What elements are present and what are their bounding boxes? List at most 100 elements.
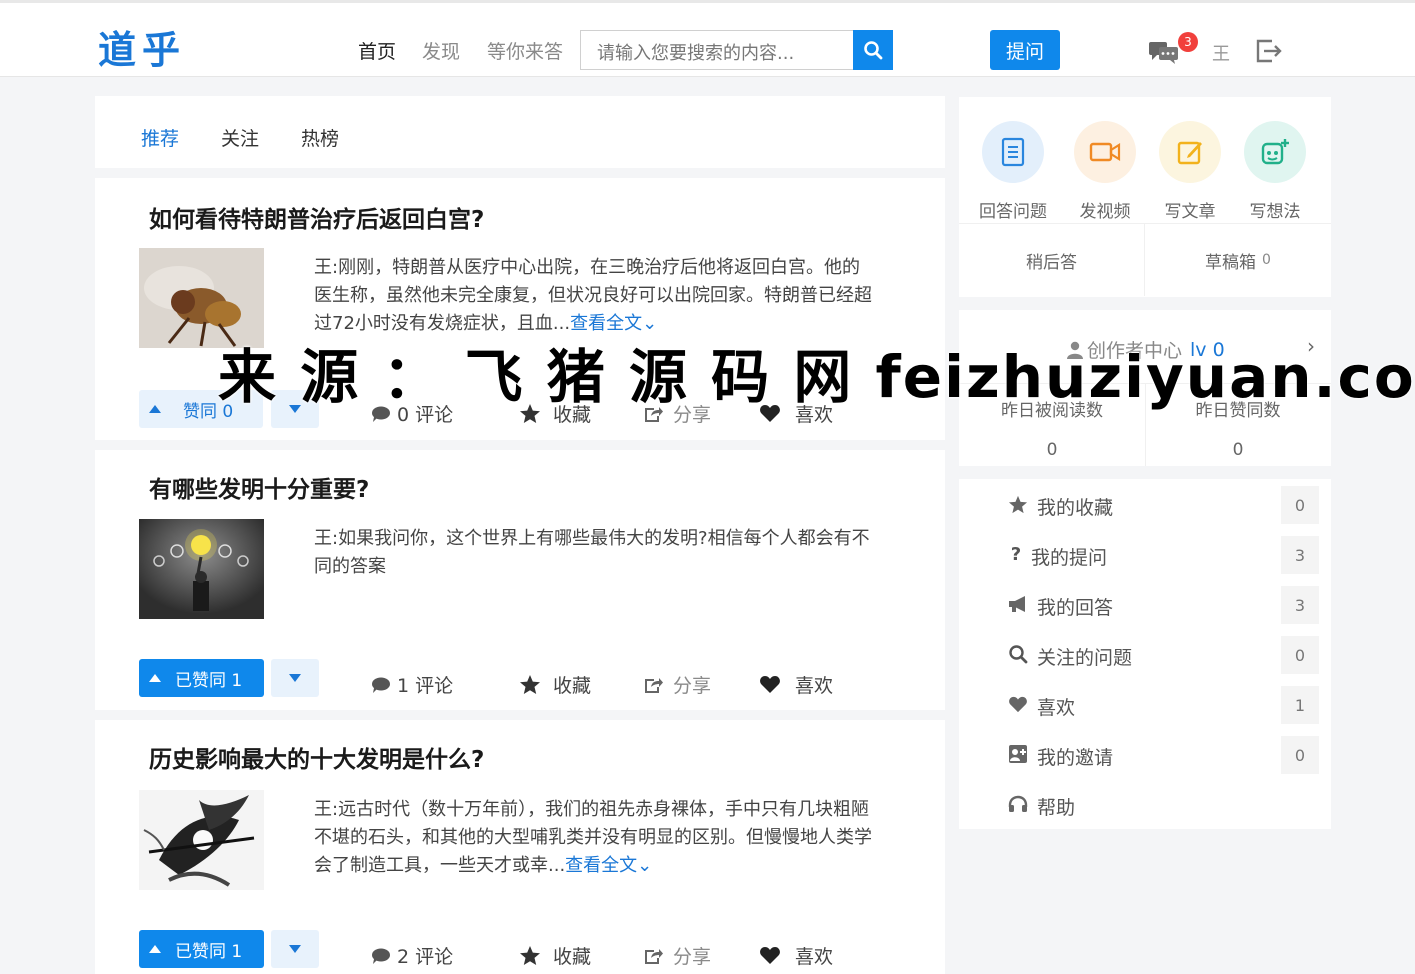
search-icon [1007, 643, 1029, 665]
watermark-overlay: 来 源 ： 飞 猪 源 码 网 feizhuziyuan.com [218, 343, 1415, 411]
tab-recommend[interactable]: 推荐 [141, 124, 179, 151]
menu-label: 我的邀请 [1037, 747, 1114, 769]
drafts-count: 0 [1262, 252, 1271, 268]
menu-count: 3 [1281, 536, 1319, 574]
heart-icon [760, 947, 780, 964]
menu-label: 帮助 [1037, 797, 1076, 819]
menu-my-answers[interactable]: 我的回答 3 [959, 585, 1331, 625]
downvote-button[interactable] [271, 930, 319, 968]
tab-hot[interactable]: 热榜 [301, 124, 339, 151]
menu-my-favorites[interactable]: 我的收藏 0 [959, 485, 1331, 525]
create-card: 回答问题 发视频 写文章 写想法 稍后答 草稿箱 0 [959, 97, 1331, 297]
question-icon: ? [1010, 543, 1022, 565]
triangle-down-icon [289, 945, 301, 953]
triangle-up-icon [149, 945, 161, 953]
create-article[interactable]: 写文章 [1150, 121, 1230, 222]
answer-later-button[interactable]: 稍后答 [959, 223, 1145, 296]
nav-waiting-answers[interactable]: 等你来答 [487, 37, 563, 64]
menu-count: 0 [1281, 636, 1319, 674]
create-answer-label: 回答问题 [979, 202, 1047, 222]
question-excerpt: 王:远古时代（数十万年前），我们的祖先赤身裸体，手中只有几块粗陋不堪的石头，和其… [314, 796, 874, 880]
read-more-link[interactable]: 查看全文 [565, 855, 637, 876]
create-article-label: 写文章 [1164, 202, 1216, 222]
question-card: 有哪些发明十分重要? 王:如果我问你，这个世界上有哪些最伟大的发明?相信每个人都… [95, 450, 945, 710]
ask-question-button[interactable]: 提问 [990, 30, 1060, 70]
menu-label: 我的回答 [1037, 597, 1114, 619]
menu-count: 0 [1281, 736, 1319, 774]
answer-later-label: 稍后答 [1026, 252, 1077, 273]
comment-count: 2 评论 [397, 946, 454, 968]
comment-icon [372, 677, 390, 693]
user-avatar-name[interactable]: 王 [1212, 40, 1230, 66]
menu-count: 0 [1281, 486, 1319, 524]
question-excerpt: 王:刚刚，特朗普从医疗中心出院，在三晚治疗后他将返回白宫。他的医生称，虽然他未完… [314, 254, 874, 338]
heart-icon [760, 676, 780, 693]
menu-label: 关注的问题 [1037, 647, 1133, 669]
menu-count: 1 [1281, 686, 1319, 724]
collect-button[interactable]: 收藏 [519, 942, 591, 969]
chevron-down-icon: ⌄ [637, 855, 653, 876]
search-button[interactable] [853, 30, 893, 70]
question-title[interactable]: 历史影响最大的十大发明是什么? [149, 740, 484, 774]
upvote-button[interactable]: 已赞同 1 [139, 659, 264, 697]
menu-my-questions[interactable]: ? 我的提问 3 [959, 535, 1331, 575]
create-thought[interactable]: 写想法 [1235, 121, 1315, 222]
like-label: 喜欢 [795, 675, 834, 697]
share-button[interactable]: 分享 [643, 671, 711, 698]
question-thumbnail[interactable] [139, 519, 264, 619]
comment-button[interactable]: 1 评论 [371, 671, 453, 698]
messages-icon[interactable] [1148, 39, 1180, 69]
tab-following[interactable]: 关注 [221, 124, 259, 151]
nav-discover[interactable]: 发现 [422, 37, 460, 64]
menu-label: 喜欢 [1037, 697, 1076, 719]
triangle-up-icon [149, 674, 161, 682]
idea-icon [1244, 121, 1306, 183]
menu-followed-questions[interactable]: 关注的问题 0 [959, 635, 1331, 675]
drafts-button[interactable]: 草稿箱 0 [1145, 223, 1331, 296]
top-header: 道乎 首页 发现 等你来答 请输入您要搜索的内容... 提问 3 王 [0, 0, 1415, 77]
triangle-up-icon [149, 405, 161, 413]
share-label: 分享 [673, 946, 712, 968]
upvote-label: 已赞同 1 [175, 941, 243, 962]
message-count-badge: 3 [1178, 32, 1198, 52]
logout-icon[interactable] [1255, 38, 1283, 68]
upvote-label: 已赞同 1 [175, 670, 243, 691]
personal-menu: 我的收藏 0 ? 我的提问 3 我的回答 3 关注的问题 0 喜欢 1 我的邀请… [959, 479, 1331, 829]
create-video[interactable]: 发视频 [1065, 121, 1145, 222]
collect-label: 收藏 [553, 675, 592, 697]
question-title[interactable]: 有哪些发明十分重要? [149, 470, 369, 504]
collect-button[interactable]: 收藏 [519, 671, 591, 698]
share-label: 分享 [673, 675, 712, 697]
collect-label: 收藏 [553, 946, 592, 968]
like-button[interactable]: 喜欢 [759, 942, 833, 969]
question-thumbnail[interactable] [139, 790, 264, 890]
nav-home[interactable]: 首页 [358, 37, 396, 64]
create-video-label: 发视频 [1079, 202, 1131, 222]
star-icon [520, 946, 540, 965]
stat-value-upvotes: 0 [1232, 440, 1244, 460]
drafts-label: 草稿箱 [1205, 252, 1257, 273]
menu-label: 我的收藏 [1037, 497, 1114, 519]
star-icon [1007, 493, 1029, 515]
triangle-down-icon [289, 674, 301, 682]
menu-my-invitations[interactable]: 我的邀请 0 [959, 735, 1331, 775]
like-button[interactable]: 喜欢 [759, 671, 833, 698]
search-icon [864, 41, 883, 60]
comment-button[interactable]: 2 评论 [371, 942, 453, 969]
comment-icon [372, 948, 390, 964]
edit-icon [1159, 121, 1221, 183]
heart-icon [1007, 693, 1029, 715]
create-thought-label: 写想法 [1249, 202, 1301, 222]
video-icon [1074, 121, 1136, 183]
share-button[interactable]: 分享 [643, 942, 711, 969]
answer-icon [982, 121, 1044, 183]
site-logo[interactable]: 道乎 [98, 19, 186, 74]
create-answer[interactable]: 回答问题 [973, 121, 1053, 222]
upvote-button[interactable]: 已赞同 1 [139, 930, 264, 968]
downvote-button[interactable] [271, 659, 319, 697]
menu-likes[interactable]: 喜欢 1 [959, 685, 1331, 725]
like-label: 喜欢 [795, 946, 834, 968]
question-title[interactable]: 如何看待特朗普治疗后返回白宫? [149, 200, 484, 234]
search-input[interactable]: 请输入您要搜索的内容... [580, 30, 854, 70]
menu-help[interactable]: 帮助 [959, 785, 1331, 825]
